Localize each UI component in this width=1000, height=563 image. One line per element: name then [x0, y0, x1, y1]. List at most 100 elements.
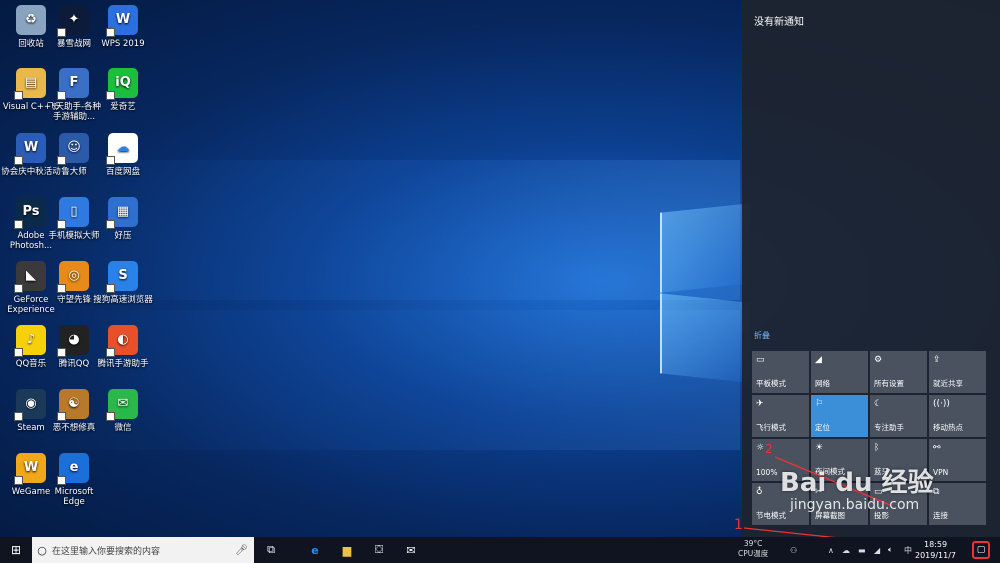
desktop-icon[interactable]: ▦ 好压 [92, 197, 154, 241]
shortcut-arrow-icon [57, 220, 66, 229]
ime-indicator[interactable]: 中 [904, 537, 912, 563]
quick-action-tile[interactable]: ▭ 平板模式 [752, 351, 809, 393]
recycle-bin-icon: ♻ [16, 5, 46, 35]
edge-icon: e [311, 543, 319, 557]
haozip-icon: ▦ [106, 197, 138, 229]
windows-icon: ⊞ [10, 543, 22, 557]
taskbar-edge-button[interactable]: e [300, 537, 330, 563]
hotspot-icon: ((·)) [933, 399, 950, 409]
task-view-button[interactable]: ⧉ [256, 537, 286, 563]
icon-glyph: ☯ [68, 396, 80, 411]
desktop-icon-label: WPS 2019 [101, 39, 145, 49]
notification-status-title: 没有新通知 [754, 17, 804, 28]
annotation-marker-2: 2 [765, 442, 773, 456]
quick-action-tile[interactable]: ⚯ VPN [929, 439, 986, 481]
shortcut-arrow-icon [106, 91, 115, 100]
cpu-temp-value: 39°C [743, 539, 763, 548]
collapse-link[interactable]: 折叠 [754, 330, 770, 341]
icon-glyph: ◐ [117, 332, 129, 347]
desktop-icon[interactable]: e Microsoft Edge [43, 453, 105, 507]
cloud-icon: ☁ [842, 545, 850, 555]
quick-action-label: 网络 [815, 379, 830, 388]
show-hidden-icons-button[interactable]: ∧ [828, 537, 834, 563]
search-placeholder: 在这里输入你要搜索的内容 [52, 546, 161, 557]
shortcut-arrow-icon [106, 348, 115, 357]
qq-icon: ◕ [57, 325, 89, 357]
taskbar-store-button[interactable]: ⛋ [364, 537, 394, 563]
quick-action-tile[interactable]: ⧉ 连接 [929, 483, 986, 525]
shortcut-arrow-icon [106, 156, 115, 165]
desktop-icon-label: 微信 [114, 423, 132, 433]
sogou-browser-icon: S [106, 261, 138, 293]
feitian-icon: F [57, 68, 89, 100]
icon-glyph: ✦ [68, 12, 80, 27]
desktop-icon[interactable]: iQ 爱奇艺 [92, 68, 154, 112]
shortcut-arrow-icon [57, 284, 66, 293]
clock-date: 2019/11/7 [915, 551, 957, 560]
quick-action-label: 所有设置 [874, 379, 904, 388]
volume-icon: 🔈︎ [888, 545, 893, 554]
shortcut-arrow-icon [106, 412, 115, 421]
shortcut-arrow-icon [14, 284, 23, 293]
icon-glyph: Ps [22, 204, 40, 219]
shortcut-arrow-icon [57, 156, 66, 165]
wps-icon: W [106, 5, 138, 37]
ludashi-icon: ☺ [57, 133, 89, 165]
desktop-icon[interactable]: S 搜狗高速浏览器 [92, 261, 154, 305]
desktop-icon[interactable]: ✉ 微信 [92, 389, 154, 433]
vpn-icon: ⚯ [933, 443, 941, 453]
icon-glyph: ◕ [68, 332, 80, 347]
quick-action-tile[interactable]: ✈ 飞行模式 [752, 395, 809, 437]
icon-glyph: ▤ [24, 75, 38, 90]
battlenet-icon: ✦ [57, 5, 89, 37]
tencent-mobile-icon: ◐ [106, 325, 138, 357]
desktop-icon-label: 搜狗高速浏览器 [93, 295, 153, 305]
quick-action-label: 定位 [815, 423, 830, 432]
wifi-tray[interactable]: ◢ [874, 537, 880, 563]
desktop-icon-label: 百度网盘 [105, 167, 140, 177]
desktop-icon-label: Microsoft Edge [54, 487, 94, 507]
desktop-icon[interactable]: ◐ 腾讯手游助手 [92, 325, 154, 369]
cpu-temperature[interactable]: 39°C CPU温度 [738, 539, 768, 559]
baidu-jingyan-watermark: Bai du 经验 [780, 468, 934, 498]
start-button[interactable]: ⊞ [0, 537, 32, 563]
shortcut-arrow-icon [14, 156, 23, 165]
quick-action-tile[interactable]: ◢ 网络 [811, 351, 868, 393]
shortcut-arrow-icon [14, 412, 23, 421]
desktop-icon[interactable]: W WPS 2019 [92, 5, 154, 49]
shortcut-arrow-icon [14, 476, 23, 485]
onedrive-tray[interactable]: ☁ [842, 537, 850, 563]
quick-action-tile[interactable]: ⇪ 就近共享 [929, 351, 986, 393]
volume-tray[interactable]: 🔈︎ [888, 537, 893, 563]
battery-icon: ▬ [858, 545, 866, 555]
people-button[interactable]: ⚇ [790, 537, 797, 563]
shortcut-arrow-icon [14, 348, 23, 357]
quick-action-tile[interactable]: ⚐ 定位 [811, 395, 868, 437]
taskbar-clock[interactable]: 18:59 2019/11/7 [915, 539, 956, 561]
xiuzhen-game-icon: ☯ [57, 389, 89, 421]
brightness-icon: ☼ [756, 443, 765, 453]
taskbar-explorer-button[interactable]: ▆ [332, 537, 362, 563]
shortcut-arrow-icon [57, 91, 66, 100]
word-doc-icon: W [14, 133, 46, 165]
battery-tray[interactable]: ▬ [858, 537, 866, 563]
overwatch-icon: ◎ [57, 261, 89, 293]
taskbar-search-box[interactable]: ○ 在这里输入你要搜索的内容 🎤︎ [32, 537, 254, 563]
action-center-button[interactable]: ▢ [972, 541, 990, 559]
quick-action-label: 100% [756, 468, 778, 477]
quick-action-tile[interactable]: ⚙ 所有设置 [870, 351, 927, 393]
quick-action-tile[interactable]: ☾ 专注助手 [870, 395, 927, 437]
folder-icon: ▤ [14, 68, 46, 100]
battery-saver-icon: ♁ [756, 487, 763, 497]
wifi-icon: ◢ [874, 545, 881, 555]
night-light-icon: ☀ [815, 443, 824, 453]
microphone-icon[interactable]: 🎤︎ [235, 545, 248, 556]
taskbar-mail-button[interactable]: ✉ [396, 537, 426, 563]
steam-icon: ◉ [14, 389, 46, 421]
desktop-icon[interactable]: ☁ 百度网盘 [92, 133, 154, 177]
quick-action-tile[interactable]: ((·)) 移动热点 [929, 395, 986, 437]
action-center-panel: 没有新通知 折叠 ▭ 平板模式 ◢ 网络 ⚙ 所有设置 ⇪ 就近共享 ✈ 飞行模式 ⚐ 定位 ☾ 专注助手… [742, 0, 1000, 537]
icon-glyph: ☺ [67, 140, 81, 155]
desktop-icon-label: 腾讯手游助手 [97, 359, 149, 369]
quick-action-label: 专注助手 [874, 423, 904, 432]
